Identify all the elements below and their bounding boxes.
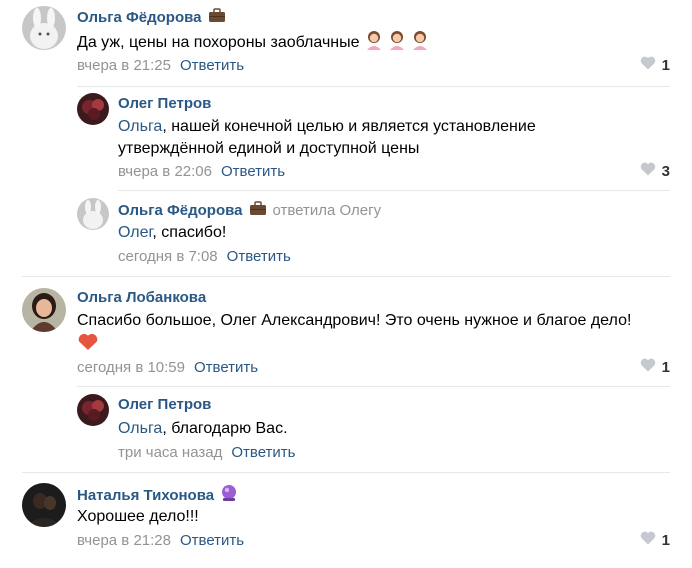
replied-to-label[interactable]: ответила Олегу bbox=[273, 202, 382, 219]
reply-button[interactable]: Ответить bbox=[231, 444, 295, 461]
mention-link[interactable]: Ольга bbox=[118, 118, 162, 135]
reply-button[interactable]: Ответить bbox=[194, 359, 258, 376]
comment-date[interactable]: три часа назад bbox=[118, 444, 222, 461]
author-name[interactable]: Наталья Тихонова bbox=[77, 487, 214, 504]
divider bbox=[22, 472, 670, 473]
comment-text: Ольга, благодарю Вас. bbox=[118, 420, 288, 437]
reply-button[interactable]: Ответить bbox=[227, 248, 291, 265]
like-button[interactable]: 3 bbox=[640, 162, 670, 180]
comment-text: Да уж, цены на похороны заоблачные bbox=[77, 30, 430, 57]
comment-date[interactable]: вчера в 22:06 bbox=[118, 163, 212, 180]
comment-date[interactable]: сегодня в 7:08 bbox=[118, 248, 218, 265]
reply-button[interactable]: Ответить bbox=[180, 57, 244, 74]
author-name[interactable]: Ольга Фёдорова bbox=[118, 202, 243, 219]
person-emoji-icon bbox=[364, 30, 430, 57]
avatar[interactable] bbox=[22, 6, 66, 50]
like-count: 3 bbox=[661, 162, 670, 180]
divider bbox=[77, 86, 670, 87]
like-count: 1 bbox=[661, 531, 670, 549]
mention-link[interactable]: Олег bbox=[118, 224, 152, 241]
heart-emoji-icon bbox=[77, 333, 99, 355]
mention-link[interactable]: Ольга bbox=[118, 420, 162, 437]
comment-date[interactable]: сегодня в 10:59 bbox=[77, 359, 185, 376]
like-count: 1 bbox=[661, 358, 670, 376]
comment-text: Спасибо большое, Олег Александрович! Это… bbox=[77, 312, 632, 329]
avatar[interactable] bbox=[77, 93, 109, 125]
author-name[interactable]: Ольга Лобанкова bbox=[77, 289, 206, 306]
comment-date[interactable]: вчера в 21:28 bbox=[77, 532, 171, 549]
divider bbox=[22, 276, 670, 277]
author-name[interactable]: Олег Петров bbox=[118, 95, 211, 112]
like-button[interactable]: 1 bbox=[640, 531, 670, 549]
comment-text: Хорошее дело!!! bbox=[77, 508, 199, 525]
like-count: 1 bbox=[661, 56, 670, 74]
divider bbox=[118, 190, 670, 191]
author-name[interactable]: Ольга Фёдорова bbox=[77, 9, 202, 26]
heart-icon bbox=[640, 56, 656, 74]
divider bbox=[77, 386, 670, 387]
heart-icon bbox=[640, 531, 656, 549]
comment-text: Олег, спасибо! bbox=[118, 224, 227, 241]
comment-date[interactable]: вчера в 21:25 bbox=[77, 57, 171, 74]
heart-icon bbox=[640, 162, 656, 180]
briefcase-icon bbox=[208, 8, 226, 27]
comment-text: Ольга, нашей конечной целью и является у… bbox=[118, 118, 536, 135]
author-name[interactable]: Олег Петров bbox=[118, 396, 211, 413]
avatar[interactable] bbox=[22, 288, 66, 332]
heart-icon bbox=[640, 358, 656, 376]
briefcase-icon bbox=[249, 201, 267, 220]
avatar[interactable] bbox=[77, 394, 109, 426]
reply-button[interactable]: Ответить bbox=[221, 163, 285, 180]
crystal-ball-icon bbox=[220, 484, 238, 506]
like-button[interactable]: 1 bbox=[640, 358, 670, 376]
comment-text-line2: утверждённой единой и доступной цены bbox=[118, 140, 420, 157]
like-button[interactable]: 1 bbox=[640, 56, 670, 74]
avatar[interactable] bbox=[77, 198, 109, 230]
avatar[interactable] bbox=[22, 483, 66, 527]
reply-button[interactable]: Ответить bbox=[180, 532, 244, 549]
